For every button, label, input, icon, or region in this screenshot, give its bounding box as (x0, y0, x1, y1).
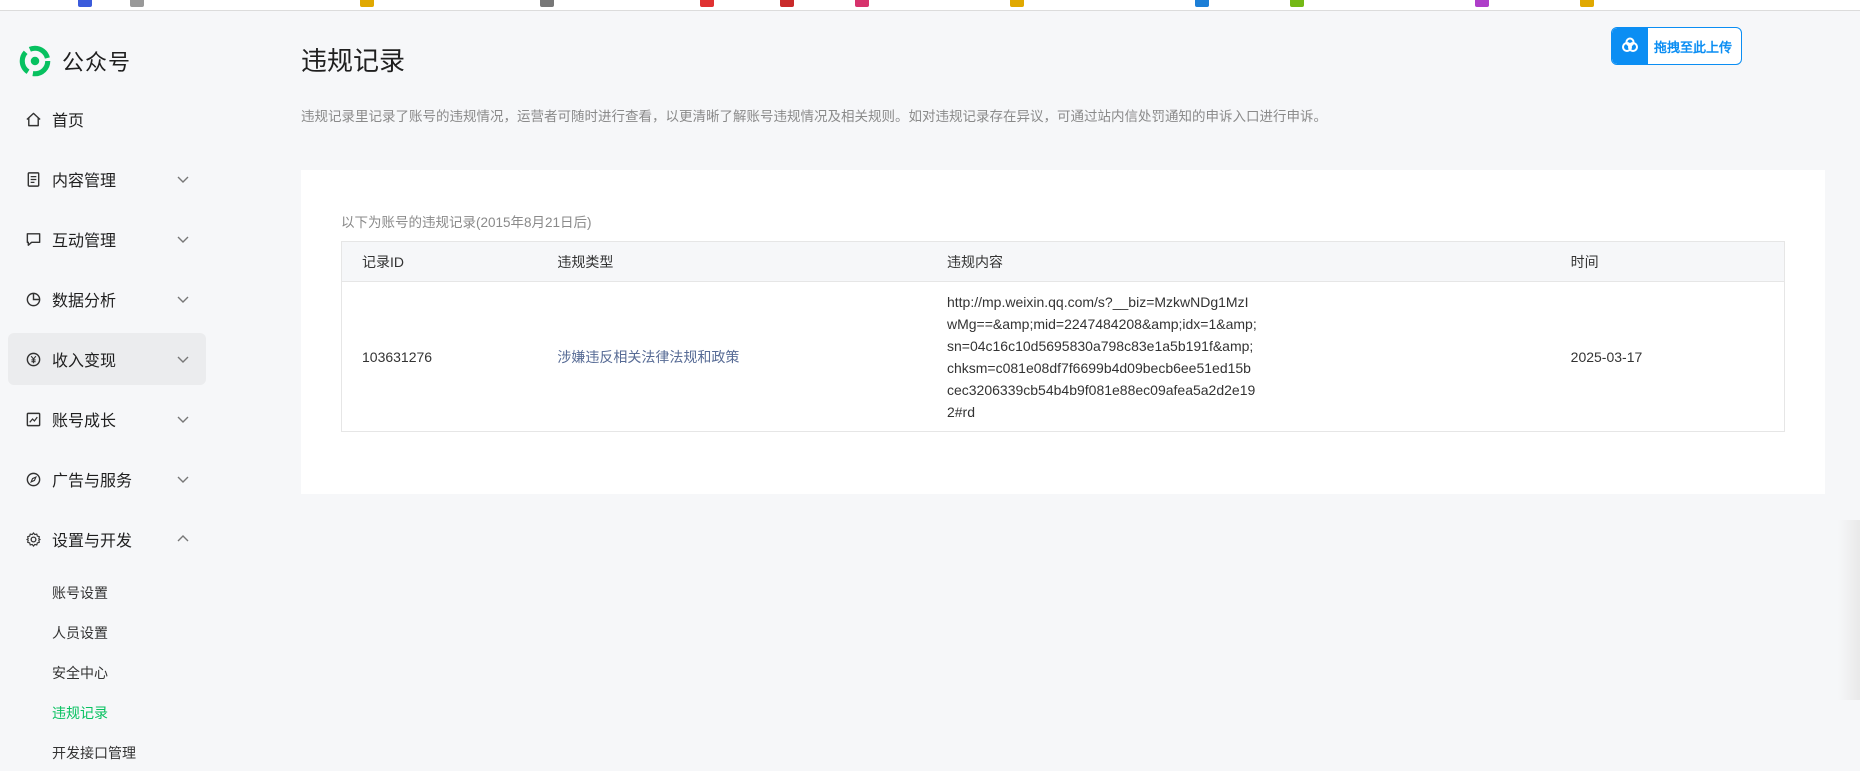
sidebar-item-settings-dev[interactable]: 设置与开发 (8, 513, 206, 565)
sidebar: 公众号 首页 内容管理 互动管理 数据分析 收入变现 账号成长 广告与服务 设置… (0, 11, 222, 771)
table-row: 103631276 涉嫌违反相关法律法规和政策 http://mp.weixin… (342, 282, 1785, 432)
bookmark-icon[interactable] (1580, 0, 1594, 7)
main-content: 违规记录 违规记录里记录了账号的违规情况，运营者可随时进行查看，以更清晰了解账号… (222, 11, 1860, 771)
bookmark-icon[interactable] (78, 0, 92, 7)
sidebar-item-label: 首页 (52, 113, 85, 130)
document-icon (24, 170, 42, 188)
violation-records-card: 以下为账号的违规记录(2015年8月21日后) 记录ID 违规类型 违规内容 时… (301, 170, 1825, 494)
bookmark-icon[interactable] (1010, 0, 1024, 7)
cell-violation-type: 涉嫌违反相关法律法规和政策 (537, 282, 927, 432)
upload-button-label: 拖拽至此上传 (1654, 39, 1733, 55)
pie-chart-icon (24, 290, 42, 308)
gear-icon (24, 530, 42, 548)
bookmark-icon[interactable] (1290, 0, 1304, 7)
chevron-down-icon (176, 352, 190, 366)
sidebar-item-home[interactable]: 首页 (8, 93, 206, 145)
compass-icon (24, 470, 42, 488)
cell-time: 2025-03-17 (1570, 348, 1643, 365)
sidebar-item-data-analysis[interactable]: 数据分析 (8, 273, 206, 325)
column-header-violation-type: 违规类型 (537, 241, 927, 282)
bookmark-icon[interactable] (360, 0, 374, 7)
page-description: 违规记录里记录了账号的违规情况，运营者可随时进行查看，以更清晰了解账号违规情况及… (301, 109, 1327, 124)
sidebar-item-label: 账号成长 (52, 413, 117, 430)
chevron-down-icon (176, 232, 190, 246)
bookmark-icon[interactable] (855, 0, 869, 7)
bookmark-icon[interactable] (700, 0, 714, 7)
chevron-down-icon (176, 472, 190, 486)
violation-type-link[interactable]: 涉嫌违反相关法律法规和政策 (557, 349, 739, 365)
cell-violation-content: http://mp.weixin.qq.com/s?__biz=MzkwNDg1… (927, 282, 1551, 432)
table-header-row: 记录ID 违规类型 违规内容 时间 (341, 241, 1785, 282)
growth-chart-icon (24, 410, 42, 428)
comment-icon (24, 230, 42, 248)
sidebar-item-ads-services[interactable]: 广告与服务 (8, 453, 206, 505)
brand-title: 公众号 (62, 50, 132, 75)
bookmark-icon[interactable] (540, 0, 554, 7)
page-edge-shadow (1838, 520, 1860, 700)
chevron-down-icon (176, 412, 190, 426)
violation-content-text: http://mp.weixin.qq.com/s?__biz=MzkwNDg1… (946, 293, 1257, 420)
sub-item-violation-records[interactable]: 违规记录 (52, 703, 108, 723)
column-header-time: 时间 (1550, 241, 1785, 282)
column-header-record-id: 记录ID (341, 241, 538, 282)
column-header-violation-content: 违规内容 (926, 241, 1551, 282)
sidebar-item-label: 设置与开发 (52, 533, 133, 550)
home-icon (24, 110, 42, 128)
sub-item-dev-api-management[interactable]: 开发接口管理 (52, 743, 136, 763)
chevron-down-icon (176, 292, 190, 306)
sidebar-item-label: 收入变现 (52, 353, 117, 370)
sidebar-item-interaction-management[interactable]: 互动管理 (8, 213, 206, 265)
bookmark-icon[interactable] (1195, 0, 1209, 7)
cell-record-id: 103631276 (362, 348, 433, 365)
sidebar-item-content-management[interactable]: 内容管理 (8, 153, 206, 205)
yuan-coin-icon (24, 350, 42, 368)
violation-records-table: 记录ID 违规类型 违规内容 时间 103631276 涉嫌违反相关法律法规和政… (341, 241, 1785, 432)
cloud-upload-icon (1612, 28, 1648, 64)
sub-item-account-settings[interactable]: 账号设置 (52, 583, 108, 603)
brand-logo[interactable]: 公众号 (18, 41, 131, 81)
page-title: 违规记录 (301, 46, 406, 76)
records-caption: 以下为账号的违规记录(2015年8月21日后) (341, 215, 592, 230)
bookmark-icon[interactable] (130, 0, 144, 7)
bookmarks-bar (0, 0, 1860, 11)
sidebar-item-label: 内容管理 (52, 173, 117, 190)
wechat-official-account-logo-icon (19, 45, 51, 77)
sidebar-item-label: 互动管理 (52, 233, 117, 250)
drag-upload-button[interactable]: 拖拽至此上传 (1611, 27, 1742, 65)
chevron-up-icon (176, 532, 190, 546)
sub-item-security-center[interactable]: 安全中心 (52, 663, 108, 683)
sidebar-item-label: 广告与服务 (52, 473, 133, 490)
sidebar-item-account-growth[interactable]: 账号成长 (8, 393, 206, 445)
sub-item-personnel-settings[interactable]: 人员设置 (52, 623, 108, 643)
chevron-down-icon (176, 172, 190, 186)
sidebar-item-revenue[interactable]: 收入变现 (8, 333, 206, 385)
bookmark-icon[interactable] (1475, 0, 1489, 7)
sidebar-item-label: 数据分析 (52, 293, 117, 310)
bookmark-icon[interactable] (780, 0, 794, 7)
